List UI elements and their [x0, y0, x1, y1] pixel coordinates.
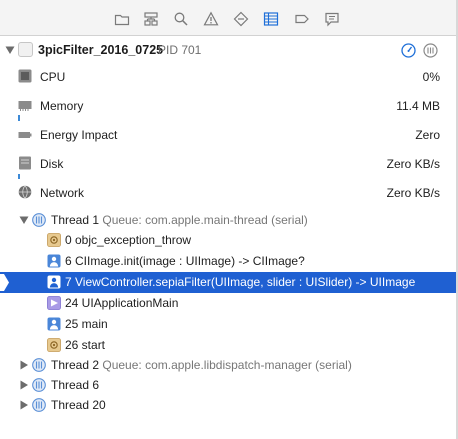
thread-row[interactable]: Thread 20 [0, 395, 458, 416]
gauge-label: Disk [40, 157, 64, 171]
stack-frame-label: 7 ViewController.sepiaFilter(UIImage, sl… [65, 275, 416, 289]
cpu-icon [18, 69, 32, 83]
disclosure-triangle-collapsed-icon[interactable] [19, 360, 29, 370]
thread-label: Thread 6 [51, 378, 100, 392]
thread-icon [32, 378, 46, 392]
thread-icon [32, 398, 46, 412]
breakpoint-icon[interactable] [294, 11, 310, 27]
disk-icon [18, 156, 32, 170]
thread-icon [32, 358, 46, 372]
disclosure-triangle-collapsed-icon[interactable] [19, 380, 29, 390]
gauge-value: 0% [422, 70, 440, 84]
system-frame-icon [47, 233, 61, 247]
uikit-frame-icon [47, 296, 61, 310]
gauge-value: 11.4 MB [396, 99, 440, 113]
user-frame-icon [47, 317, 61, 331]
search-icon[interactable] [173, 11, 189, 27]
stack-frame-label: 0 objc_exception_throw [65, 233, 192, 247]
gauge-value: Zero KB/s [386, 186, 440, 200]
memory-icon [18, 98, 32, 112]
user-frame-icon [47, 254, 61, 268]
gauge-label: Network [40, 186, 85, 200]
diamond-icon[interactable] [233, 11, 249, 27]
gauge-row-memory[interactable]: Memory 11.4 MB [0, 92, 458, 121]
stack-frame-row-selected[interactable]: 7 ViewController.sepiaFilter(UIImage, sl… [0, 272, 458, 293]
warning-icon[interactable] [203, 11, 219, 27]
gauge-value: Zero KB/s [386, 157, 440, 171]
disclosure-triangle-collapsed-icon[interactable] [19, 400, 29, 410]
stack-frame-label: 26 start [65, 338, 106, 352]
disclosure-triangle-expanded-icon[interactable] [5, 45, 15, 55]
navigator-toolbar [0, 0, 458, 36]
thread-label: Thread 1 Queue: com.apple.main-thread (s… [51, 213, 308, 227]
gauge-row-cpu[interactable]: CPU 0% [0, 63, 458, 92]
process-name: 3picFilter_2016_0725 [38, 43, 164, 57]
network-icon [18, 185, 32, 199]
stack-frame-row[interactable]: 26 start [0, 335, 458, 356]
thread-row[interactable]: Thread 6 [0, 375, 458, 396]
gauge-label: Memory [40, 99, 84, 113]
user-frame-icon [47, 275, 61, 289]
thread-view-toggle-icon[interactable] [423, 43, 438, 58]
thread-queue: Queue: com.apple.libdispatch-manager (se… [102, 358, 352, 372]
gauge-row-network[interactable]: Network Zero KB/s [0, 179, 458, 208]
stack-frame-row[interactable]: 24 UIApplicationMain [0, 293, 458, 314]
thread-queue: Queue: com.apple.main-thread (serial) [102, 213, 308, 227]
hierarchy-icon[interactable] [143, 11, 159, 27]
thread-icon [32, 213, 46, 227]
gauge-value: Zero [415, 128, 440, 142]
debug-gauges-icon[interactable] [263, 11, 279, 27]
gauge-label: CPU [40, 70, 66, 84]
gauge-row-energy[interactable]: Energy Impact Zero [0, 121, 458, 150]
stack-frame-row[interactable]: 25 main [0, 314, 458, 335]
stack-frame-label: 25 main [65, 317, 108, 331]
system-frame-icon [47, 338, 61, 352]
gauge-toggle-icon[interactable] [401, 43, 416, 58]
battery-icon [18, 128, 32, 142]
stack-frame-label: 6 CIImage.init(image : UIImage) -> CIIma… [65, 254, 305, 268]
stack-frame-label: 24 UIApplicationMain [65, 296, 179, 310]
log-icon[interactable] [324, 11, 340, 27]
app-icon [18, 42, 33, 57]
folder-icon[interactable] [114, 11, 130, 27]
thread-row[interactable]: Thread 2 Queue: com.apple.libdispatch-ma… [0, 355, 458, 376]
instruction-pointer-marker-icon [0, 272, 9, 293]
gauge-row-disk[interactable]: Disk Zero KB/s [0, 150, 458, 179]
process-row[interactable]: 3picFilter_2016_0725 PID 701 [0, 38, 458, 62]
gauge-label: Energy Impact [40, 128, 118, 142]
thread-row[interactable]: Thread 1 Queue: com.apple.main-thread (s… [0, 209, 458, 230]
thread-label: Thread 2 Queue: com.apple.libdispatch-ma… [51, 358, 352, 372]
process-pid: PID 701 [158, 43, 202, 57]
stack-frame-row[interactable]: 6 CIImage.init(image : UIImage) -> CIIma… [0, 251, 458, 272]
stack-frame-row[interactable]: 0 objc_exception_throw [0, 230, 458, 251]
disclosure-triangle-expanded-icon[interactable] [19, 215, 29, 225]
thread-label: Thread 20 [51, 398, 106, 412]
